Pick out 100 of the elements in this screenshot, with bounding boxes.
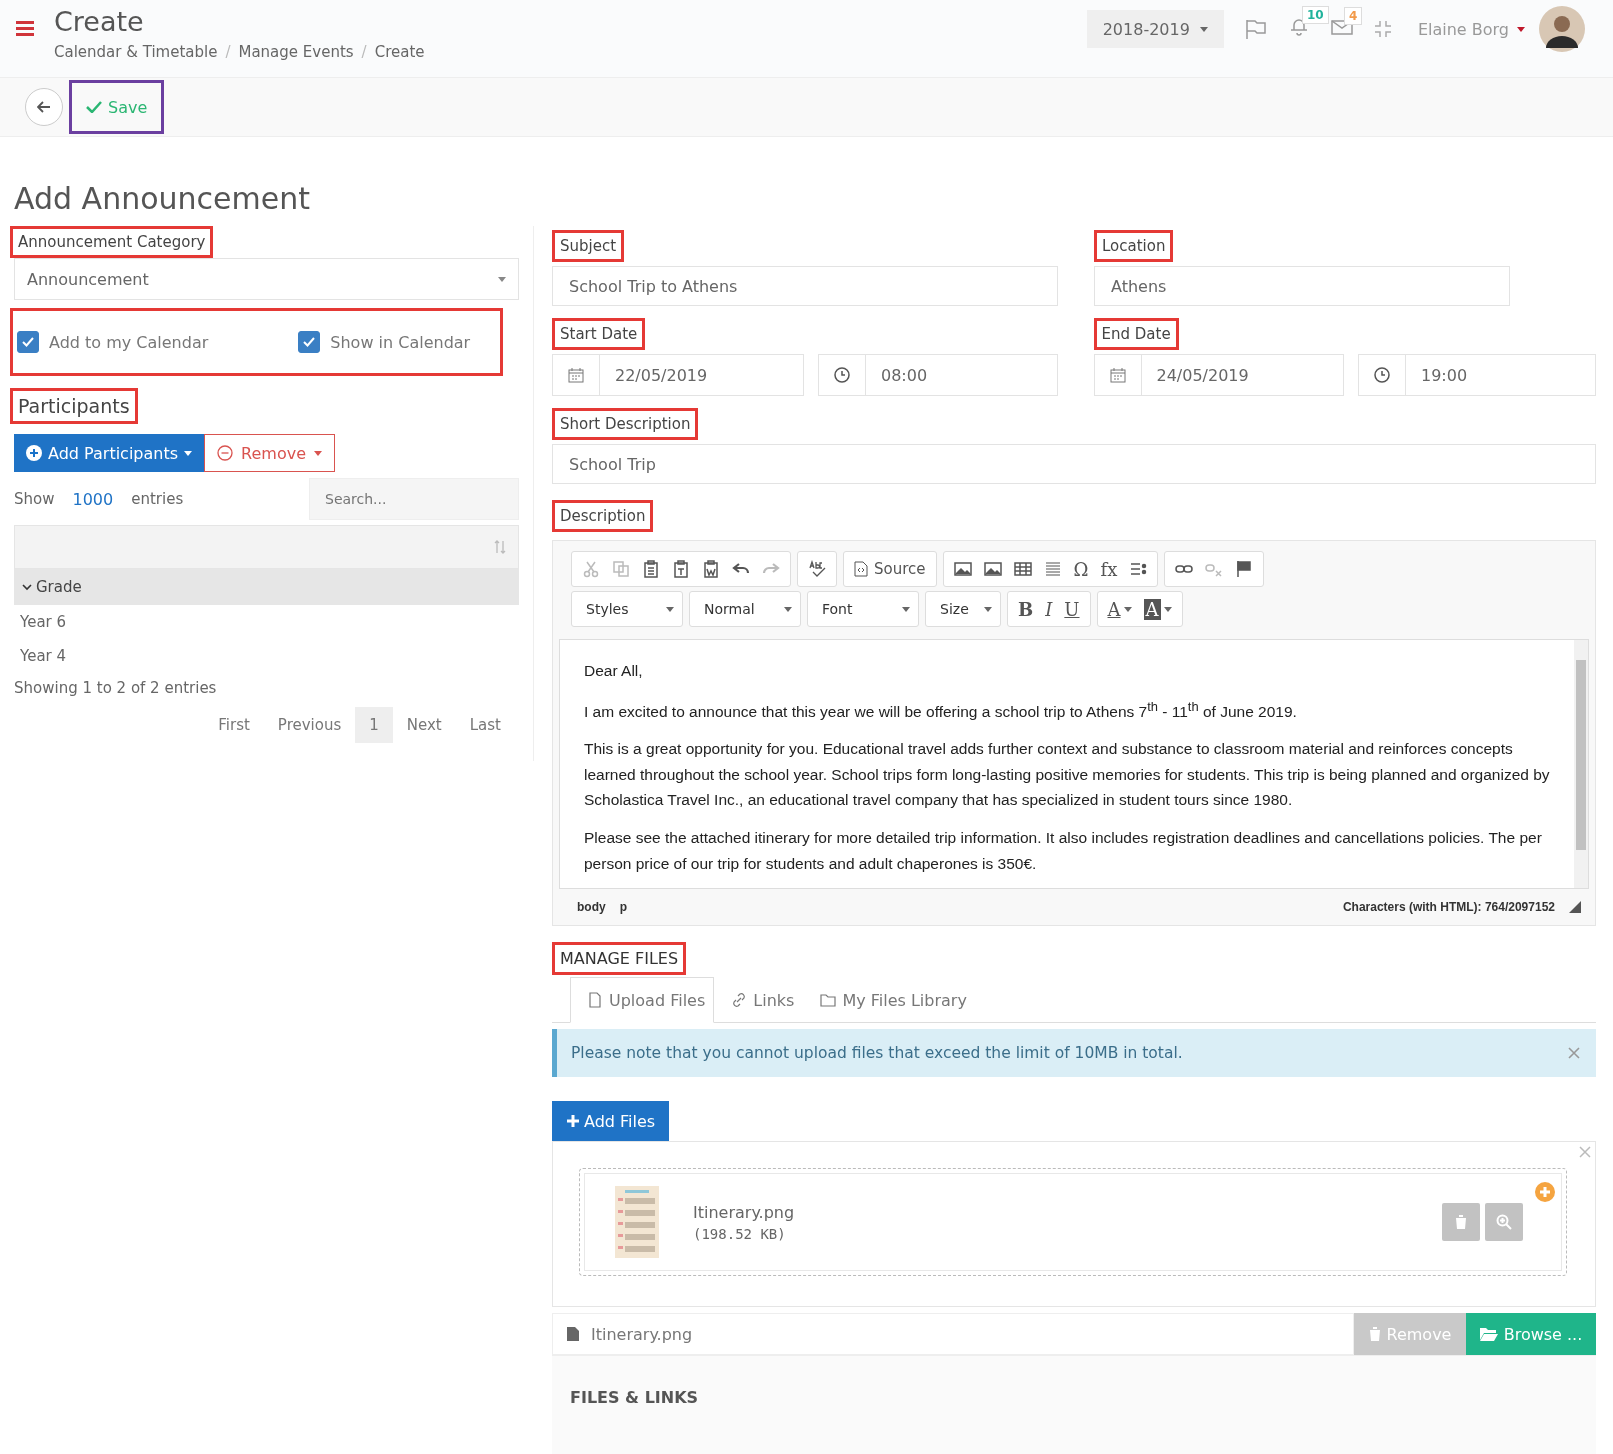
time-field[interactable]: 19:00 [1357, 354, 1596, 396]
format-button[interactable]: B [1014, 595, 1038, 623]
short-description-field[interactable]: School Trip [552, 444, 1596, 484]
calendar-icon [1109, 367, 1126, 383]
back-button[interactable] [25, 88, 63, 126]
group-row[interactable]: Grade [14, 569, 519, 605]
pagination-link[interactable]: Next [392, 707, 456, 743]
category-select[interactable]: Announcement [14, 258, 519, 300]
pagination-link[interactable]: Previous [263, 707, 356, 743]
tab[interactable]: Upload Files [570, 977, 715, 1023]
time-field[interactable]: 08:00 [818, 354, 1058, 396]
file-icon [567, 1327, 579, 1341]
file-size: (198.52 KB) [693, 1225, 787, 1242]
file-icon [587, 992, 603, 1008]
tab[interactable]: Links [714, 977, 804, 1023]
format-button[interactable]: I [1041, 595, 1057, 623]
checkmark-icon [303, 337, 316, 347]
menu-icon[interactable] [16, 20, 34, 36]
field-label: End Date [1093, 318, 1179, 350]
source-button[interactable]: Source [850, 555, 930, 583]
breadcrumb-link[interactable]: Manage Events [238, 43, 354, 61]
year-dropdown[interactable]: 2018-2019 [1086, 10, 1224, 48]
breadcrumb-separator: / [361, 43, 367, 61]
table-cell-text: Year 6 [19, 612, 68, 633]
trash-icon [1454, 1214, 1468, 1230]
character-count: Characters (with HTML): 764/2097152 [1342, 900, 1555, 914]
breadcrumb-link[interactable]: Create [374, 43, 425, 61]
breadcrumb-link[interactable]: Calendar & Timetable [54, 43, 218, 61]
pagination-link[interactable]: First [204, 707, 264, 743]
image-icon [983, 560, 1002, 578]
element-path[interactable]: body [577, 900, 606, 914]
resize-icon[interactable] [1569, 901, 1581, 913]
table-info: Showing 1 to 2 of 2 entries [13, 679, 217, 697]
text-color-button[interactable]: A [1103, 595, 1136, 623]
field-label: Announcement Category [10, 226, 214, 258]
image-icon [953, 560, 972, 578]
clipboard-icon [642, 560, 660, 578]
page-title: Create [54, 6, 145, 37]
toolbar-button[interactable]: fx [1096, 555, 1122, 583]
subject-field[interactable]: School Trip to Athens [552, 266, 1058, 306]
scrollbar[interactable] [1574, 640, 1588, 888]
folder-icon [820, 992, 837, 1008]
folder-icon [1479, 1327, 1498, 1341]
table-cell-text: Year 4 [19, 646, 68, 667]
background-color-button[interactable]: A [1139, 595, 1176, 623]
pagination-link[interactable]: Last [455, 707, 515, 743]
search-field[interactable]: Search... [309, 478, 519, 520]
clipboard-text-icon [672, 560, 690, 578]
avatar[interactable] [1539, 6, 1585, 52]
location-field[interactable]: Athens [1094, 266, 1510, 306]
flag-icon [1235, 560, 1254, 578]
pagination-link[interactable]: 1 [355, 707, 393, 743]
lines-icon [1043, 560, 1062, 578]
date-field[interactable]: 22/05/2019 [552, 354, 804, 396]
field-label: Start Date [552, 318, 646, 350]
group-label: Grade [36, 578, 82, 596]
copy-icon [612, 560, 630, 578]
spellcheck-icon [808, 560, 826, 578]
remove-button[interactable]: Remove [204, 434, 335, 472]
back-arrow-icon [37, 101, 51, 113]
calendar-checkbox[interactable]: Add to my Calendar [17, 331, 209, 353]
date-field[interactable]: 24/05/2019 [1093, 354, 1344, 396]
trash-icon [1368, 1327, 1381, 1341]
minus-circle-icon [217, 445, 234, 461]
section-heading: MANAGE FILES [552, 942, 687, 975]
element-path[interactable]: p [619, 900, 627, 914]
paragraph: Please see the attached itinerary for more detailed trip information. It also includes registration deadlines and cancellations policies. The per person price of our trip for students and adult chaperones is 350€. [584, 827, 1543, 874]
add-files-button[interactable]: Add Files [552, 1101, 670, 1141]
checkbox[interactable] [17, 331, 39, 353]
field-label: Description [552, 500, 654, 532]
page-size-select[interactable]: 1000 [72, 489, 114, 509]
add-participants-button[interactable]: Add Participants [14, 434, 205, 472]
format-dropdown[interactable]: Normal [689, 591, 801, 627]
checkmark-icon [86, 101, 102, 113]
calendar-checkbox[interactable]: Show in Calendar [298, 331, 471, 353]
format-button[interactable]: U [1060, 595, 1084, 623]
tab[interactable]: My Files Library [803, 977, 976, 1023]
list-icon [1129, 560, 1148, 578]
section-heading: Participants [10, 388, 138, 424]
show-label: Show [14, 490, 55, 508]
clipboard-word-icon [702, 560, 720, 578]
format-dropdown[interactable]: Size [925, 591, 1001, 627]
file-input[interactable]: Itinerary.png [552, 1313, 1354, 1355]
close-icon[interactable] [1568, 1047, 1580, 1059]
alert-message: Please note that you cannot upload files that exceed the limit of 10MB in total. [571, 1044, 1183, 1062]
toolbar-button[interactable]: Ω [1069, 555, 1093, 583]
table-icon [1013, 560, 1032, 578]
paragraph: I am excited to announce that this year we will be offering a school trip to Athens 7$^{th}$ - 11$^{th}$ of June 2019. [584, 697, 1298, 722]
format-dropdown[interactable]: Font [807, 591, 919, 627]
link-icon [731, 992, 748, 1008]
flag-icon[interactable] [1243, 18, 1268, 40]
breadcrumb-separator: / [225, 43, 231, 61]
zoom-in-icon [1496, 1214, 1512, 1230]
document-icon [854, 561, 868, 577]
field-label: Location [1094, 230, 1174, 262]
format-dropdown[interactable]: Styles [571, 591, 683, 627]
section-heading: FILES & LINKS [570, 1388, 699, 1407]
message-count: 4 [1343, 7, 1363, 25]
checkbox[interactable] [298, 331, 321, 353]
clock-icon [1373, 367, 1390, 383]
